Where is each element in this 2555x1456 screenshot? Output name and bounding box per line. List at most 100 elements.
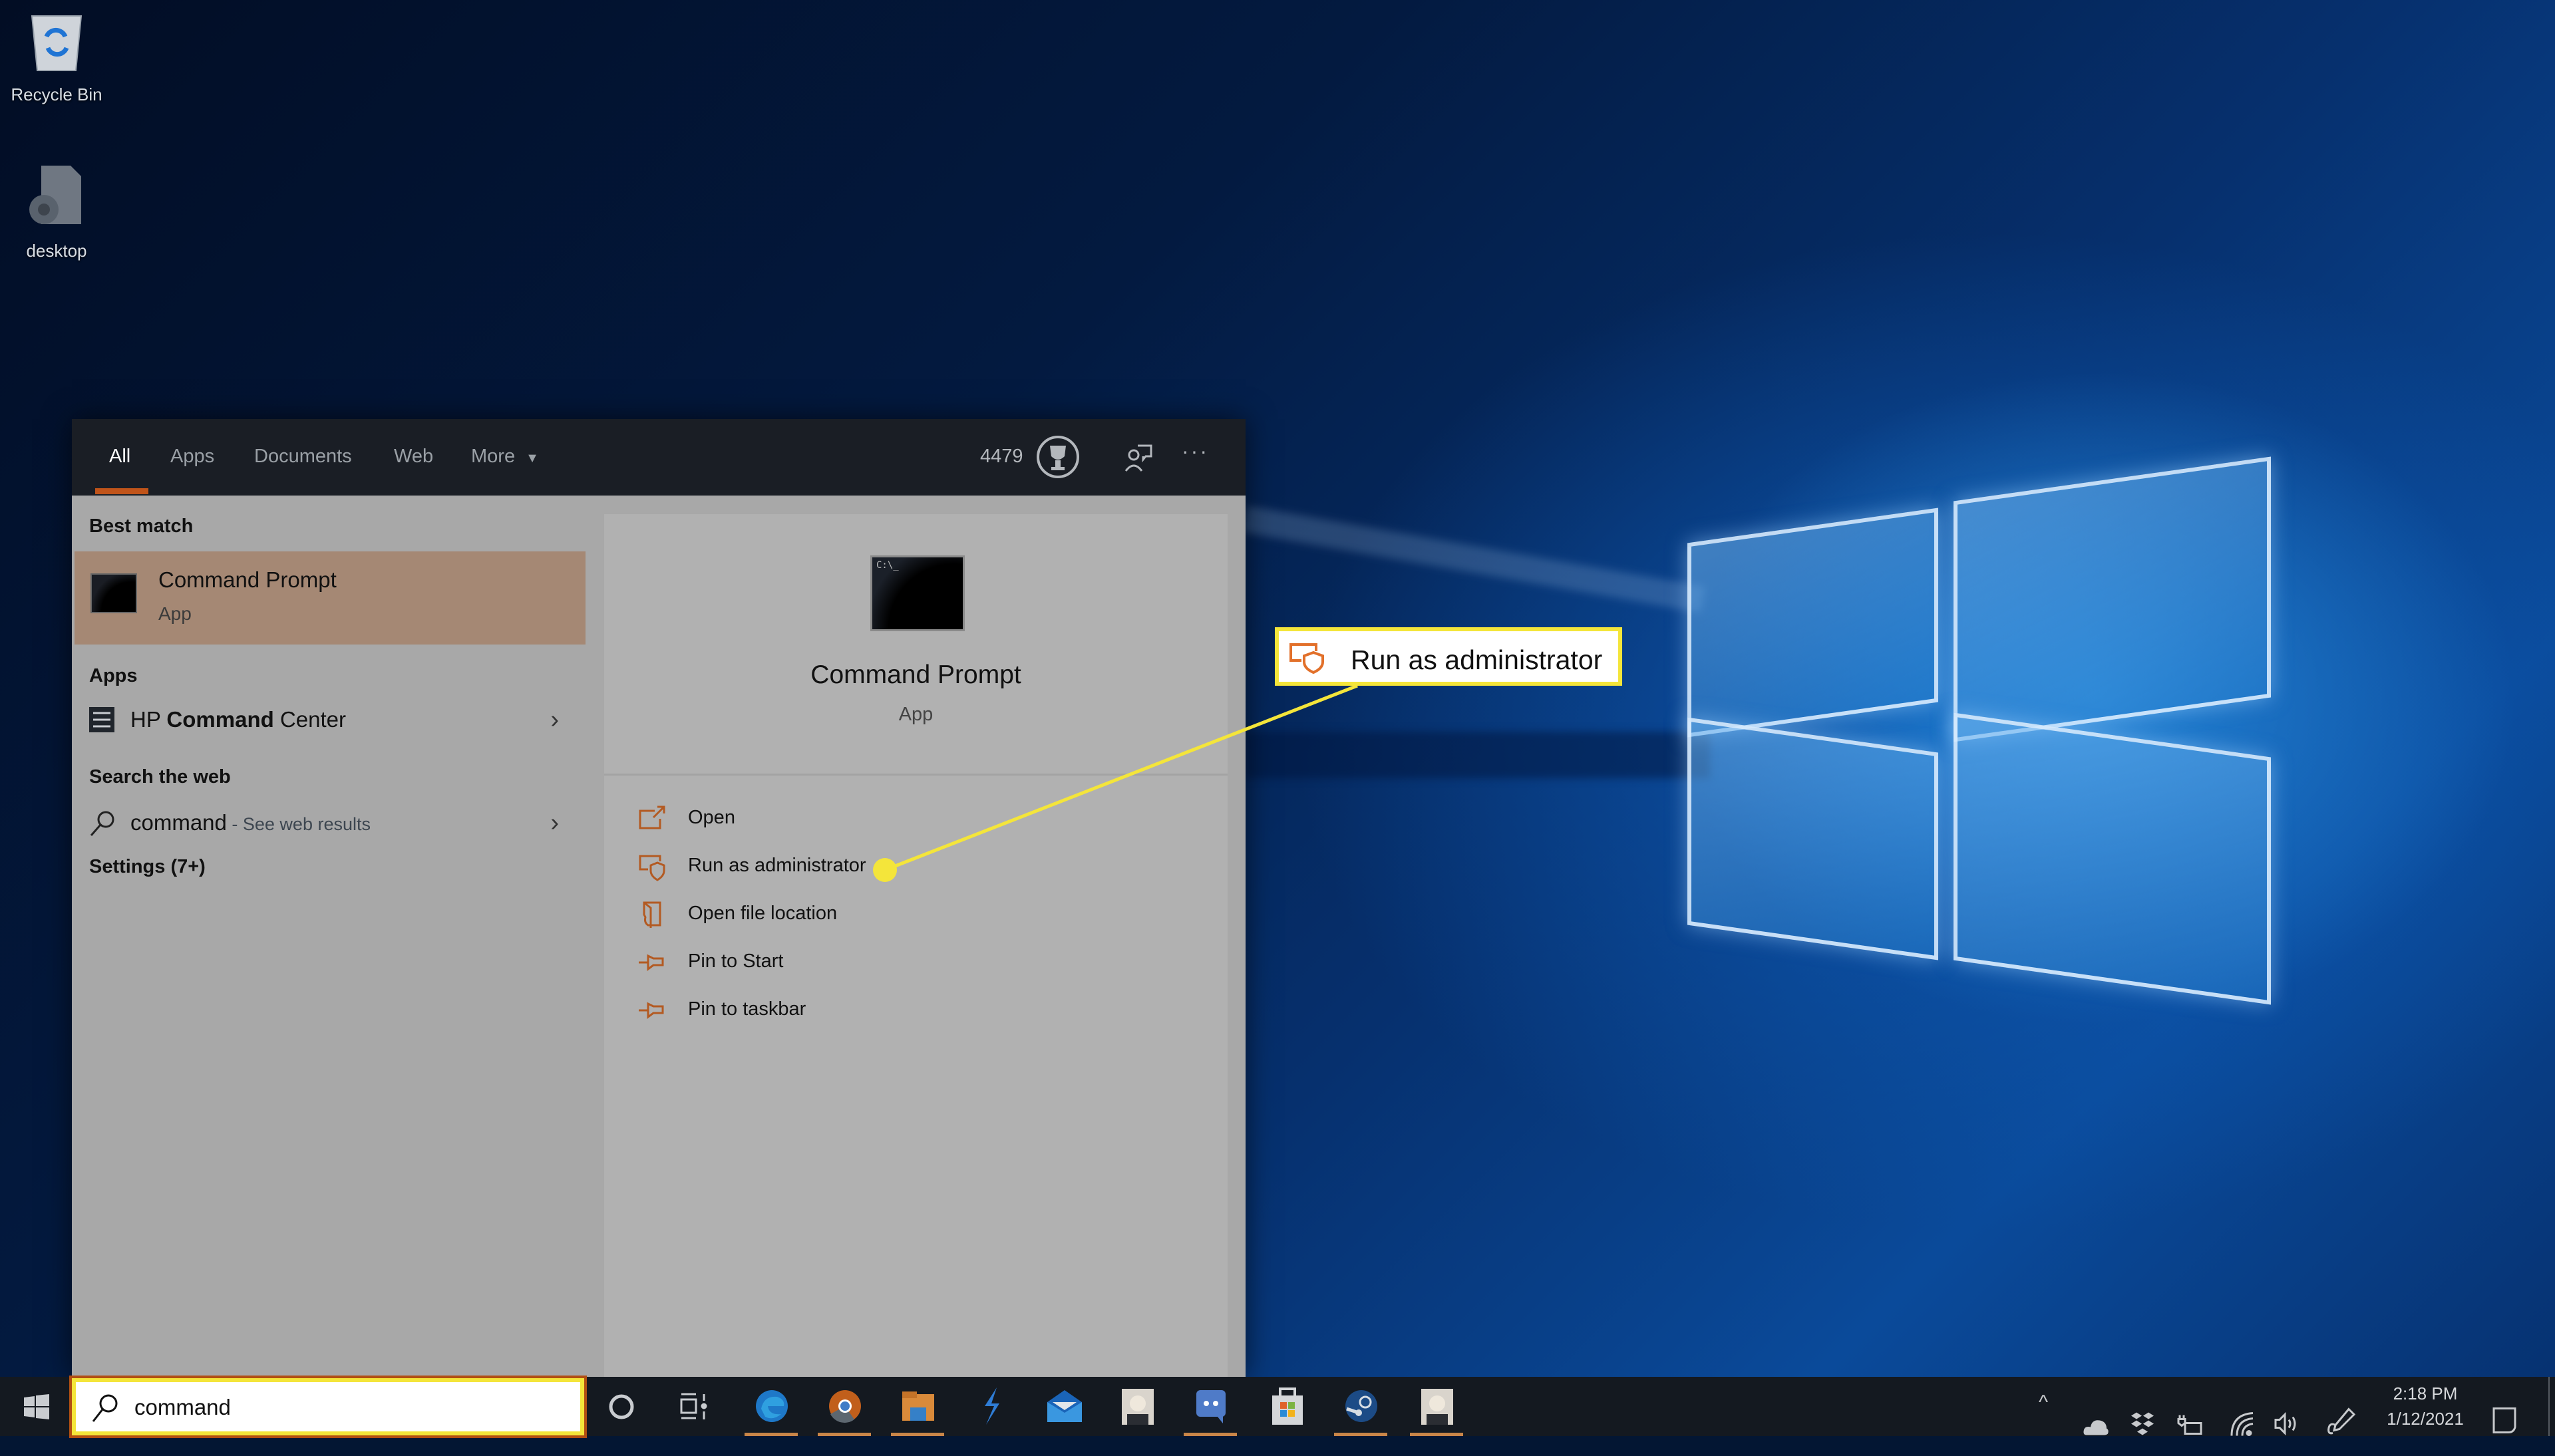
action-open[interactable]: Open (637, 799, 1037, 839)
onedrive-icon[interactable] (2083, 1397, 2109, 1456)
taskbar-file-explorer[interactable] (881, 1377, 954, 1436)
windows-logo-pane (1954, 456, 2271, 742)
cortana-button[interactable] (586, 1377, 659, 1436)
action-label: Pin to Start (688, 950, 784, 972)
battery-charging-icon[interactable] (2176, 1395, 2202, 1455)
detail-title: Command Prompt (810, 660, 1021, 689)
caret-down-icon: ▼ (526, 451, 539, 466)
taskbar-steam[interactable] (1324, 1377, 1397, 1436)
tab-more[interactable]: More ▼ (471, 446, 539, 468)
tab-more-label: More (471, 446, 516, 467)
command-prompt-icon (90, 573, 137, 613)
taskbar-discord[interactable] (1174, 1377, 1247, 1436)
chevron-up-icon[interactable]: ^ (2039, 1391, 2048, 1451)
avatar-app-icon (1122, 1389, 1154, 1425)
desktop-icon-label: desktop (26, 241, 87, 261)
running-indicator (1410, 1433, 1463, 1436)
settings-file-icon (29, 166, 81, 224)
best-match-title: Command Prompt (158, 567, 337, 592)
volume-icon[interactable] (2273, 1394, 2300, 1453)
callout-run-as-administrator: Run as administrator (1275, 627, 1622, 686)
action-center-icon[interactable] (2491, 1391, 2518, 1451)
tab-web[interactable]: Web (394, 446, 433, 468)
detail-pane: C:\_ Command Prompt App Open Run as admi… (604, 514, 1228, 1377)
recycle-bin-icon (31, 15, 83, 71)
chrome-icon (829, 1390, 861, 1423)
desktop-icon-desktop[interactable]: desktop (0, 163, 113, 261)
clock[interactable]: 2:18 PM 1/12/2021 (2375, 1381, 2475, 1431)
start-search-panel: All Apps Documents Web More ▼ 4479 ··· B… (72, 419, 1246, 1377)
steam-icon (1345, 1390, 1377, 1422)
hp-command-center-icon (89, 707, 114, 732)
action-label: Open (688, 807, 735, 828)
active-tab-indicator (95, 488, 148, 494)
edge-icon (756, 1390, 788, 1422)
divider (604, 774, 1228, 776)
running-indicator (818, 1433, 871, 1436)
pin-icon (639, 954, 664, 971)
tab-all[interactable]: All (109, 446, 130, 468)
dropbox-icon[interactable] (2130, 1394, 2154, 1453)
taskbar-mail[interactable] (1027, 1377, 1101, 1436)
task-view-icon (680, 1393, 707, 1419)
shield-monitor-icon (639, 855, 665, 881)
pin-icon (639, 1002, 664, 1019)
action-pin-to-taskbar[interactable]: Pin to taskbar (637, 990, 1037, 1030)
taskbar-chrome[interactable] (808, 1377, 881, 1436)
detail-subtitle: App (898, 704, 934, 725)
discord-icon (1196, 1390, 1226, 1423)
taskbar-search-box[interactable] (69, 1376, 587, 1438)
search-icon (90, 811, 114, 836)
taskbar-app-avatar-2[interactable] (1400, 1377, 1473, 1436)
app-label-match: Command (166, 707, 274, 732)
search-icon (92, 1394, 118, 1422)
taskbar-visual-studio[interactable] (954, 1377, 1027, 1436)
action-pin-to-start[interactable]: Pin to Start (637, 943, 1037, 982)
running-indicator (891, 1433, 944, 1436)
tab-apps[interactable]: Apps (170, 446, 214, 468)
section-search-web: Search the web (89, 766, 231, 788)
section-best-match: Best match (89, 515, 194, 537)
start-button[interactable] (0, 1377, 72, 1436)
taskbar-edge[interactable] (735, 1377, 808, 1436)
action-open-file-location[interactable]: Open file location (637, 895, 1037, 935)
visual-studio-icon (985, 1387, 999, 1425)
open-icon (639, 805, 665, 829)
show-desktop-button[interactable] (2548, 1377, 2550, 1436)
taskbar-app-avatar[interactable] (1101, 1377, 1174, 1436)
action-label: Run as administrator (688, 855, 866, 876)
best-match-command-prompt[interactable]: Command Prompt App (75, 551, 586, 645)
search-input[interactable] (133, 1390, 562, 1425)
app-label-prefix: HP (130, 707, 167, 732)
command-prompt-large-icon: C:\_ (870, 555, 965, 631)
reward-points: 4479 (980, 446, 1023, 467)
file-explorer-icon (902, 1391, 934, 1421)
windows-logo-pane (1954, 712, 2271, 1005)
chevron-right-icon[interactable]: › (550, 809, 559, 837)
tab-documents[interactable]: Documents (254, 446, 352, 468)
trophy-icon[interactable] (1035, 434, 1081, 486)
app-result-hp-command-center[interactable]: HP Command Center › (72, 695, 586, 746)
feedback-icon[interactable] (1122, 442, 1154, 479)
wifi-icon[interactable] (2229, 1394, 2254, 1453)
folder-location-icon (643, 901, 661, 928)
action-label: Pin to taskbar (688, 998, 806, 1020)
windows-logo-pane (1687, 717, 1938, 960)
results-list: Best match Command Prompt App Apps HP Co… (72, 496, 586, 1377)
desktop-icon-label: Recycle Bin (11, 84, 102, 104)
windows-start-icon (24, 1394, 49, 1419)
section-settings[interactable]: Settings (7+) (89, 856, 206, 878)
more-options-icon[interactable]: ··· (1182, 439, 1209, 464)
taskbar-microsoft-store[interactable] (1251, 1377, 1324, 1436)
running-indicator (745, 1433, 798, 1436)
desktop-icon-recycle-bin[interactable]: Recycle Bin (0, 7, 113, 105)
callout-label: Run as administrator (1351, 645, 1603, 675)
running-indicator (1184, 1433, 1237, 1436)
web-result-command[interactable]: command - See web results › (72, 798, 586, 849)
clock-time: 2:18 PM (2393, 1383, 2458, 1403)
microsoft-store-icon (1272, 1387, 1303, 1425)
chevron-right-icon[interactable]: › (550, 706, 559, 734)
action-run-as-administrator[interactable]: Run as administrator (637, 847, 1037, 887)
pen-icon[interactable] (2326, 1393, 2355, 1452)
task-view-button[interactable] (659, 1377, 732, 1436)
